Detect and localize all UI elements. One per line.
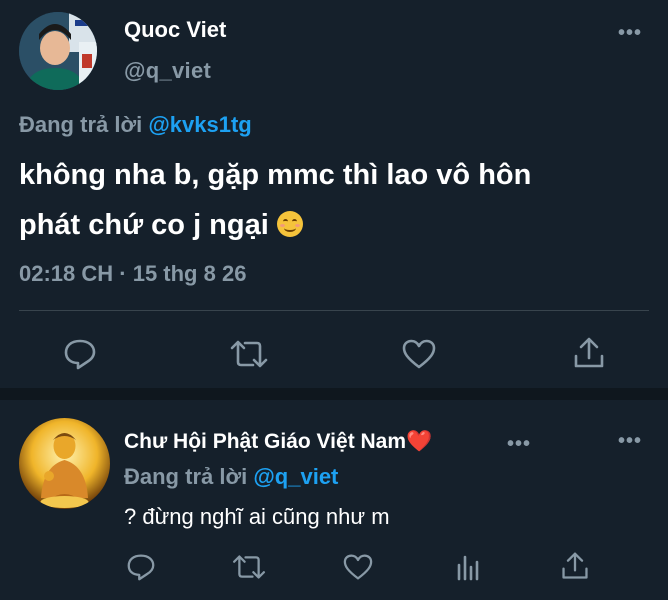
replying-to-label: Đang trả lời xyxy=(124,464,248,489)
retweet-icon[interactable] xyxy=(230,552,268,582)
tweet-text-line-1: không nha b, gặp mmc thì lao vô hôn xyxy=(19,159,532,191)
author-handle[interactable]: @q_viet xyxy=(124,58,211,84)
more-options-icon[interactable]: ••• xyxy=(618,430,642,453)
retweet-icon[interactable] xyxy=(229,338,269,370)
avatar-photo xyxy=(19,12,97,90)
more-inline-icon: ••• xyxy=(507,433,532,455)
replying-to-mention[interactable]: @q_viet xyxy=(253,464,338,489)
reply-icon[interactable] xyxy=(60,338,100,370)
replying-to-mention[interactable]: @kvks1tg xyxy=(148,112,251,137)
tweet-text-line-2-wrap: phát chứ co j ngại xyxy=(19,200,639,250)
author-avatar[interactable] xyxy=(19,12,97,90)
analytics-icon[interactable] xyxy=(453,552,483,582)
share-icon[interactable] xyxy=(559,550,591,582)
reply-author-avatar[interactable] xyxy=(19,418,110,509)
author-name[interactable]: Quoc Viet xyxy=(124,17,226,43)
divider xyxy=(19,310,649,311)
reply-tweet[interactable]: Chư Hội Phật Giáo Việt Nam❤️ ••• ••• Đan… xyxy=(0,400,668,600)
like-icon[interactable] xyxy=(399,338,439,370)
smiling-face-emoji-icon xyxy=(276,211,303,237)
replying-to: Đang trả lời @q_viet xyxy=(124,464,338,490)
more-options-icon[interactable]: ••• xyxy=(618,22,642,45)
reply-icon[interactable] xyxy=(124,552,158,582)
tweet-text-line-2: phát chứ co j ngại xyxy=(19,209,269,241)
buddha-avatar-icon xyxy=(19,418,110,509)
reply-actions xyxy=(0,548,668,588)
replying-to: Đang trả lời @kvks1tg xyxy=(19,112,252,138)
reply-author-name-wrap[interactable]: Chư Hội Phật Giáo Việt Nam❤️ xyxy=(124,430,432,454)
section-separator xyxy=(0,388,668,400)
like-icon[interactable] xyxy=(341,552,375,582)
replying-to-label: Đang trả lời xyxy=(19,112,143,137)
main-tweet: Quoc Viet @q_viet ••• Đang trả lời @kvks… xyxy=(0,0,668,388)
heart-emoji-icon: ❤️ xyxy=(406,430,433,453)
share-icon[interactable] xyxy=(569,336,609,370)
reply-text: ? đừng nghĩ ai cũng như m xyxy=(124,504,390,529)
tweet-actions xyxy=(0,330,668,378)
tweet-text: không nha b, gặp mmc thì lao vô hôn phát… xyxy=(19,150,639,250)
reply-author-name[interactable]: Chư Hội Phật Giáo Việt Nam xyxy=(124,430,406,453)
tweet-timestamp[interactable]: 02:18 CH · 15 thg 8 26 xyxy=(19,261,246,287)
